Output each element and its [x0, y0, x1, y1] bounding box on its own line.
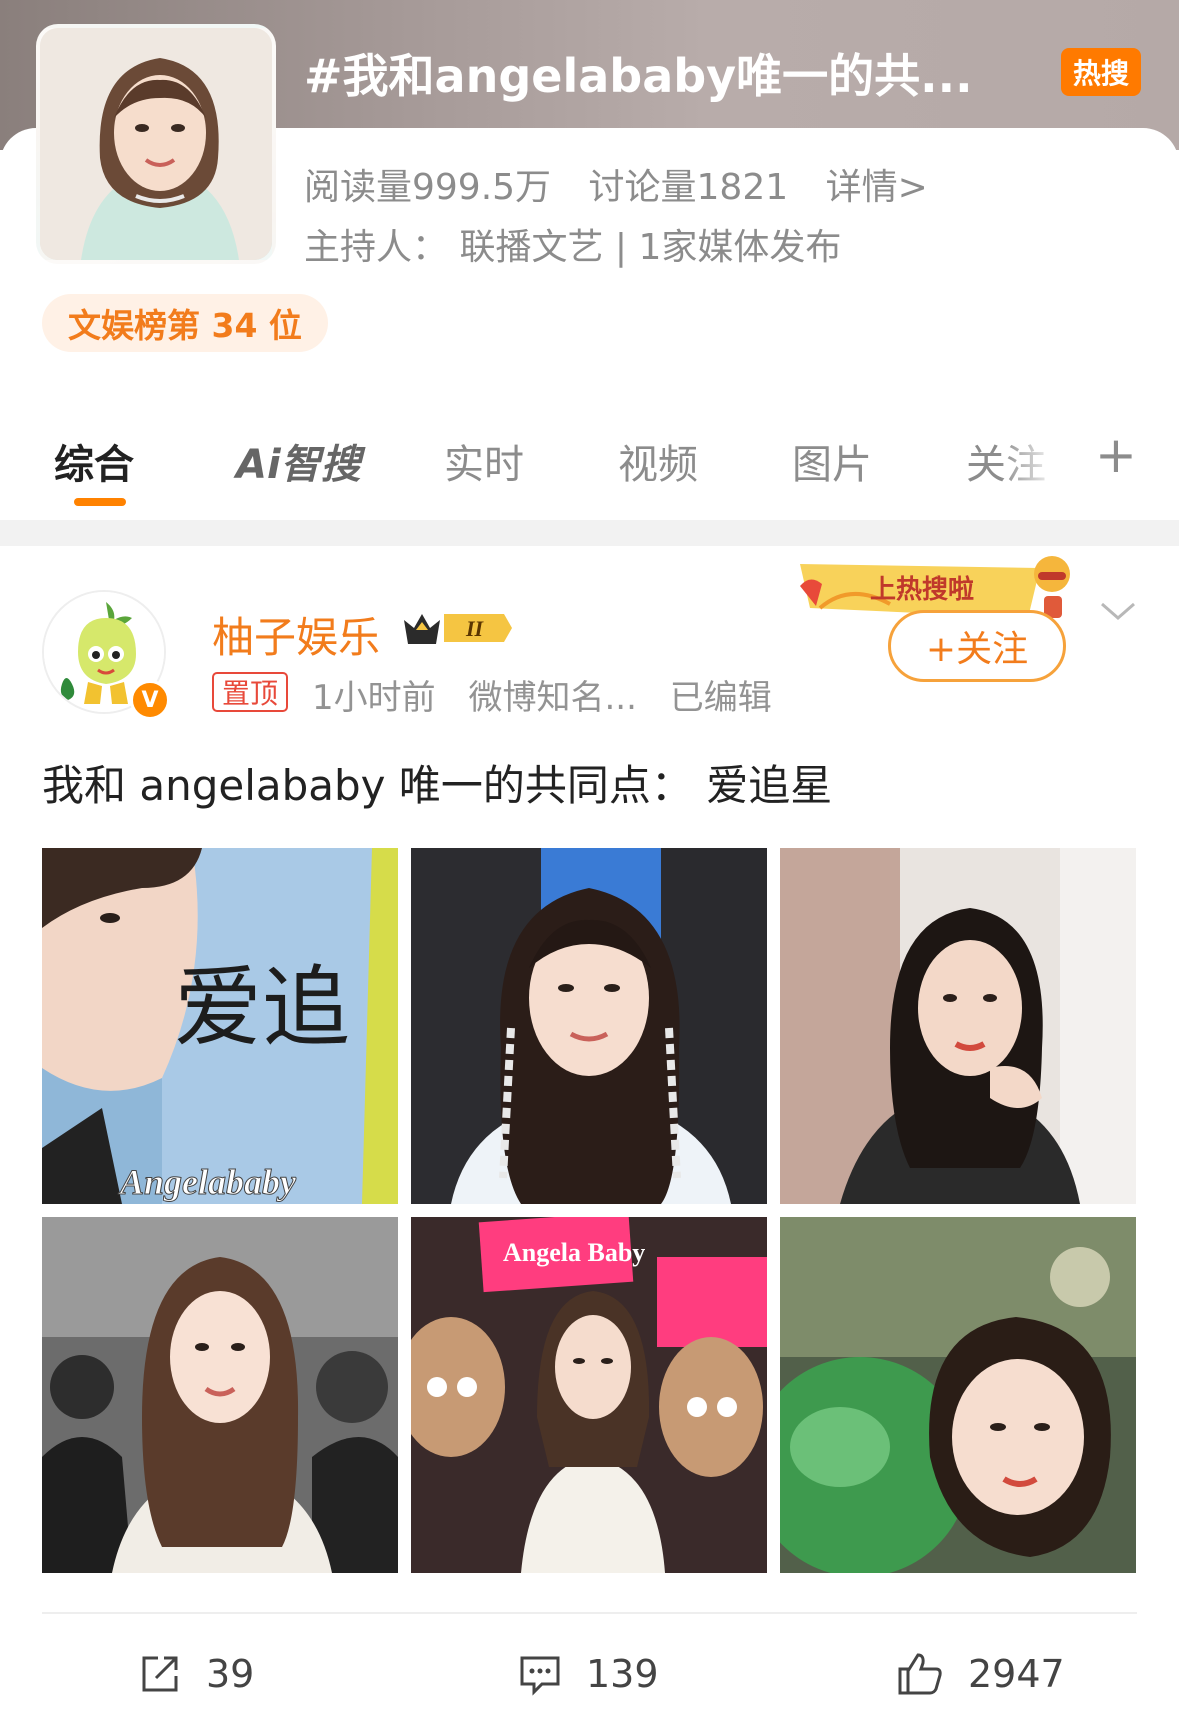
active-tab-indicator: [74, 498, 126, 506]
post-card: V 柚子娱乐 II 置顶 1小时前 微博知名... 已编辑 上热搜啦 +关注 我…: [0, 546, 1179, 1721]
edited-label[interactable]: 已编辑: [670, 678, 772, 718]
post-photo-3[interactable]: [780, 848, 1136, 1204]
like-button[interactable]: 2947: [896, 1644, 1065, 1704]
sticker-text: 上热搜啦: [870, 574, 974, 605]
comment-count: 139: [586, 1652, 659, 1696]
tab-images[interactable]: 图片: [792, 432, 872, 490]
share-button[interactable]: 39: [138, 1644, 254, 1704]
tab-video[interactable]: 视频: [618, 432, 698, 490]
topic-cover-image[interactable]: [36, 24, 276, 264]
rank-badge[interactable]: 文娱榜第 34 位: [42, 294, 328, 352]
discussion-count: 讨论量1821: [588, 167, 789, 208]
post-photo-2[interactable]: [411, 848, 767, 1204]
handwritten-text: 爱追: [174, 956, 350, 1059]
comment-icon: [520, 1656, 560, 1696]
post-time: 1小时前: [312, 678, 436, 718]
action-divider: [42, 1612, 1137, 1614]
post-meta: 1小时前 微博知名... 已编辑: [312, 670, 794, 719]
topic-host[interactable]: 主持人： 联播文艺 | 1家媒体发布: [304, 218, 841, 270]
thumbs-up-icon: [898, 1653, 942, 1695]
vip-level-text: II: [465, 616, 485, 641]
topic-stats: 阅读量999.5万 讨论量1821 详情>: [304, 158, 954, 210]
verified-icon: V: [130, 680, 170, 720]
topic-title[interactable]: #我和angelababy唯一的共...: [304, 40, 973, 106]
more-tabs-button[interactable]: +: [1095, 426, 1137, 484]
details-link[interactable]: 详情>: [826, 167, 928, 208]
vip-crown-icon[interactable]: II: [400, 606, 516, 650]
read-count: 阅读量999.5万: [304, 167, 552, 208]
pinned-tag: 置顶: [212, 672, 289, 712]
post-photo-1[interactable]: 爱追 Angelababy: [42, 848, 398, 1204]
tab-fade-overlay: [1000, 420, 1060, 500]
chevron-down-icon[interactable]: [1098, 596, 1138, 626]
topic-header: #我和angelababy唯一的共... 热搜 阅读量999.5万 讨论量182…: [0, 0, 1179, 520]
fan-sign-text: Angela Baby: [503, 1238, 645, 1267]
post-text: 我和 angelababy 唯一的共同点： 爱追星: [42, 761, 833, 810]
comment-button[interactable]: 139: [518, 1644, 659, 1704]
tab-realtime[interactable]: 实时: [444, 432, 524, 490]
username[interactable]: 柚子娱乐: [212, 604, 380, 665]
watermark-text: Angelababy: [118, 1162, 297, 1202]
hot-search-badge: 热搜: [1061, 48, 1141, 96]
post-source[interactable]: 微博知名...: [468, 678, 636, 718]
post-photo-4[interactable]: [42, 1217, 398, 1573]
tab-ai-search[interactable]: Ai智搜: [236, 432, 361, 490]
post-photo-6[interactable]: [780, 1217, 1136, 1573]
share-icon: [142, 1656, 178, 1692]
like-count: 2947: [968, 1652, 1065, 1696]
tab-comprehensive[interactable]: 综合: [54, 432, 134, 490]
tab-bar: 综合 Ai智搜 实时 视频 图片 关注 +: [0, 420, 1179, 520]
share-count: 39: [206, 1652, 255, 1696]
follow-button[interactable]: +关注: [888, 610, 1066, 682]
post-photo-5[interactable]: Angela Baby: [411, 1217, 767, 1573]
